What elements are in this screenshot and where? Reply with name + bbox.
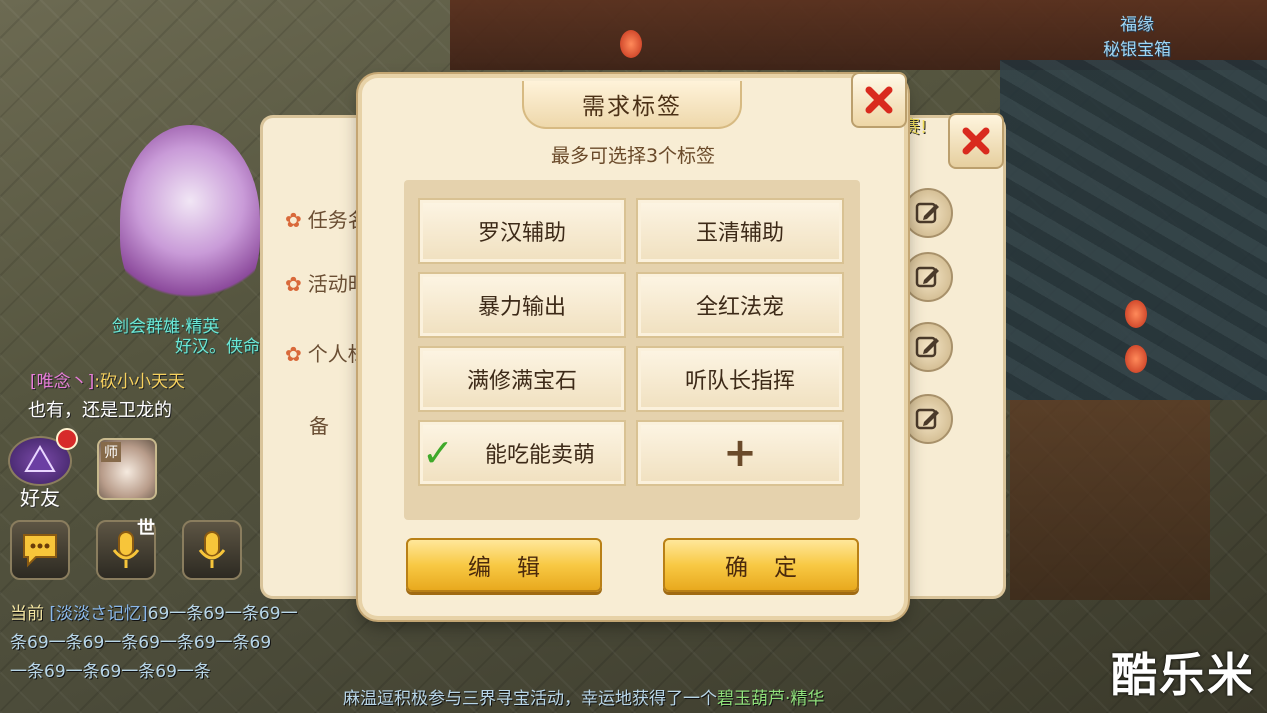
notification-dot-icon <box>56 428 78 450</box>
panel-row-label: 个人标 <box>307 342 368 366</box>
npc-label-line2: 秘银宝箱 <box>1103 40 1171 60</box>
chat-text: 一条69一条69一条69一条 <box>10 662 211 682</box>
flower-icon: ✿ <box>285 208 302 232</box>
lantern <box>1125 345 1147 373</box>
master-button[interactable]: 师 <box>97 438 157 500</box>
npc-label-line1: 福缘 <box>1120 15 1154 35</box>
chat-sender[interactable]: [唯念丶] <box>30 372 94 392</box>
add-tag-button[interactable]: + <box>636 420 844 486</box>
system-broadcast: 麻温逗积极参与三界寻宝活动，幸运地获得了一个碧玉葫芦·精华 <box>343 684 824 709</box>
tag-label: 玉清辅助 <box>695 221 784 246</box>
dialog-subtitle: 最多可选择3个标签 <box>550 145 716 167</box>
close-icon <box>962 127 990 155</box>
master-tag: 师 <box>101 442 121 462</box>
edit-tags-label: 编辑 <box>468 555 566 581</box>
chat-text: 条69一条69一条69一条69一条69 <box>10 633 272 653</box>
chat-message-cont: 也有，还是卫龙的 <box>28 400 172 421</box>
world-voice-tag: 世 <box>137 518 155 539</box>
tag-label: 罗汉辅助 <box>477 221 566 246</box>
chat-bubble-icon <box>23 534 57 568</box>
panel-row-task: ✿ 任务名 <box>285 204 368 233</box>
character-title: 好汉。侠命 <box>175 337 260 357</box>
pencil-icon <box>915 202 939 224</box>
edit-button[interactable] <box>903 394 953 444</box>
tag-grid: 罗汉辅助 玉清辅助 暴力输出 全红法宠 满修满宝石 听队长指挥 ✓ 能吃能卖萌 … <box>404 180 860 520</box>
tag-option[interactable]: 满修满宝石 <box>418 346 626 412</box>
flower-icon: ✿ <box>285 342 302 366</box>
npc-label[interactable]: 福缘 秘银宝箱 <box>1077 10 1197 60</box>
chat-bubble-button[interactable] <box>10 520 70 580</box>
tag-select-dialog: 需求标签 最多可选择3个标签 罗汉辅助 玉清辅助 暴力输出 全红法宠 满修满宝石… <box>362 72 907 616</box>
player-character[interactable] <box>120 125 260 315</box>
tag-label: 暴力输出 <box>477 295 566 320</box>
broadcast-text: 麻温逗积极参与三界寻宝活动，幸运地获得了一个 <box>343 689 717 709</box>
dialog-close-button[interactable] <box>851 72 907 128</box>
edit-button[interactable] <box>903 252 953 302</box>
chat-log[interactable]: 当前 [淡淡さ记忆]69一条69一条69一 条69一条69一条69一条69一条6… <box>0 600 420 687</box>
chat-sender[interactable]: [淡淡さ记忆] <box>49 604 147 624</box>
close-icon <box>865 86 893 114</box>
tag-option[interactable]: 玉清辅助 <box>636 198 844 264</box>
tag-option[interactable]: 暴力输出 <box>418 272 626 338</box>
team-voice-button[interactable] <box>182 520 242 580</box>
tag-label: 听队长指挥 <box>684 369 795 394</box>
chat-message[interactable]: [唯念丶]:砍小小天天 <box>30 367 185 392</box>
panel-close-button[interactable] <box>948 113 1004 169</box>
watermark-logo: 酷乐米 <box>1111 648 1255 702</box>
panel-row-label: 活动时 <box>307 272 368 296</box>
panel-row-label: 任务名 <box>307 208 368 232</box>
lantern <box>620 30 642 58</box>
confirm-label: 确定 <box>725 555 823 581</box>
broadcast-item: 碧玉葫芦·精华 <box>717 689 825 709</box>
friend-label[interactable]: 好友 <box>20 482 60 511</box>
chat-text: 69一条69一条69一 <box>147 604 298 624</box>
panel-row-personal: ✿ 个人标 <box>285 338 368 367</box>
confirm-button[interactable]: 确定 <box>663 538 859 592</box>
edit-tags-button[interactable]: 编辑 <box>406 538 602 592</box>
tag-option[interactable]: 听队长指挥 <box>636 346 844 412</box>
pencil-icon <box>915 408 939 430</box>
tag-label: 全红法宠 <box>695 295 784 320</box>
tag-option[interactable]: 全红法宠 <box>636 272 844 338</box>
dialog-title-plate: 需求标签 <box>522 81 742 129</box>
edit-button[interactable] <box>903 188 953 238</box>
pencil-icon <box>915 266 939 288</box>
edit-button[interactable] <box>903 322 953 372</box>
dialog-title: 需求标签 <box>582 94 682 120</box>
channel-label: 当前 <box>10 604 44 624</box>
market-stall <box>1010 400 1210 600</box>
plus-icon: + <box>723 430 757 476</box>
panel-row-activity: ✿ 活动时 <box>285 268 368 297</box>
flower-icon: ✿ <box>285 272 302 296</box>
microphone-icon <box>198 531 226 568</box>
tag-option-selected[interactable]: ✓ 能吃能卖萌 <box>418 420 626 486</box>
panel-row-note: 备 <box>309 414 329 438</box>
tag-label: 满修满宝石 <box>466 369 577 394</box>
tag-option[interactable]: 罗汉辅助 <box>418 198 626 264</box>
checkmark-icon: ✓ <box>422 431 454 475</box>
tag-label: 能吃能卖萌 <box>484 443 595 468</box>
lantern <box>1125 300 1147 328</box>
chat-text: :砍小小天天 <box>94 372 185 392</box>
pencil-icon <box>915 336 939 358</box>
